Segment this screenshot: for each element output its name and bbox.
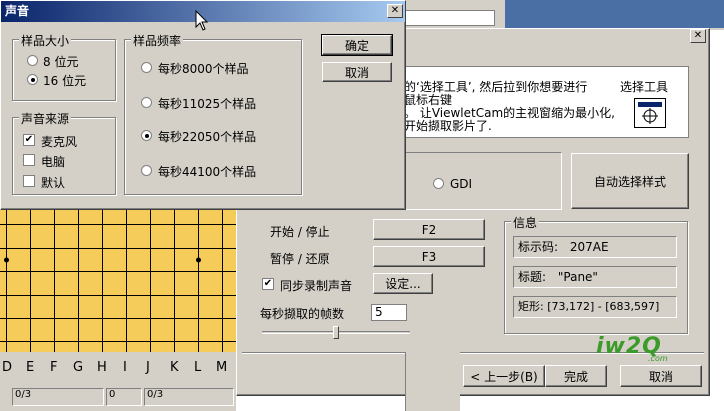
info-title-value: "Pane"	[557, 270, 598, 284]
col-label: I	[123, 360, 127, 375]
board-status-bar: 0/3 0 0/3	[0, 382, 236, 411]
sound-dialog-title: 声音	[5, 4, 30, 18]
col-label: G	[73, 360, 84, 375]
select-tool-label: 选择工具	[620, 80, 669, 94]
gdi-panel	[392, 152, 562, 210]
start-stop-hotkey-button[interactable]: F2	[373, 219, 485, 240]
info-group-title: 信息	[511, 214, 540, 231]
star-point	[196, 257, 201, 263]
pause-resume-hotkey-button[interactable]: F3	[373, 246, 485, 267]
sound-source-title: 声音来源	[19, 110, 72, 127]
sound-ok-button[interactable]: 确定	[321, 34, 393, 56]
info-title-label: 标题:	[518, 270, 547, 284]
rate-44100-label: 每秒44100个样品	[158, 165, 257, 179]
col-label: K	[170, 360, 179, 375]
info-rect-value: [73,172] - [683,597]	[547, 300, 660, 313]
sample-size-16bit-radio[interactable]	[27, 74, 38, 85]
source-microphone-checkbox[interactable]: ✔	[23, 134, 35, 146]
go-board	[0, 210, 236, 352]
rate-22050-radio[interactable]	[141, 130, 152, 141]
info-rect-field: 矩形: [73,172] - [683,597]	[513, 296, 677, 318]
go-board-grid	[0, 210, 236, 352]
background-blue-panel	[505, 0, 724, 28]
select-tool-button[interactable]	[634, 98, 666, 128]
board-column-labels: D E F G H I J K L M	[0, 352, 236, 382]
fps-input[interactable]: 5	[371, 304, 407, 321]
rate-44100-radio[interactable]	[141, 165, 152, 176]
start-stop-label: 开始 / 停止	[270, 225, 330, 239]
col-label: E	[26, 360, 35, 375]
fps-slider-thumb[interactable]	[333, 326, 339, 339]
finish-button[interactable]: 完成	[545, 365, 607, 387]
col-label: F	[50, 360, 58, 375]
sample-size-group: 样品大小	[12, 32, 116, 101]
col-label: J	[146, 360, 150, 375]
sync-record-checkbox[interactable]: ✔	[262, 278, 274, 290]
info-title-field: 标题: "Pane"	[513, 266, 677, 288]
info-id-value: 207AE	[569, 240, 609, 254]
col-label: H	[97, 360, 107, 375]
status-cell: 0	[106, 388, 142, 406]
col-label: D	[2, 360, 13, 375]
rate-11025-label: 每秒11025个样品	[158, 97, 257, 111]
sample-rate-title: 样品频率	[131, 32, 184, 49]
auto-select-style-button[interactable]: 自动选择样式	[571, 153, 689, 209]
instructions-line-4: 开始撷取影片了.	[404, 119, 492, 133]
sample-size-8bit-label: 8 位元	[43, 55, 79, 69]
pause-resume-label: 暂停 / 还原	[270, 252, 330, 266]
mouse-cursor-icon	[195, 10, 209, 31]
star-point	[4, 257, 9, 263]
col-label: M	[216, 360, 228, 375]
info-id-label: 标示码:	[518, 240, 559, 254]
watermark-logo: iw2Q .com	[596, 334, 680, 364]
sound-settings-button[interactable]: 设定...	[373, 273, 433, 294]
crosshair-target-icon	[638, 102, 662, 124]
source-computer-label: 电脑	[41, 155, 66, 169]
background-url-field	[405, 10, 495, 26]
wizard-close-button[interactable]: ✕	[690, 29, 706, 43]
sample-size-8bit-radio[interactable]	[27, 55, 38, 66]
rate-8000-radio[interactable]	[141, 62, 152, 73]
rate-22050-label: 每秒22050个样品	[158, 130, 257, 144]
sample-size-16bit-label: 16 位元	[43, 74, 87, 88]
sound-dialog-close-button[interactable]: ✕	[387, 4, 403, 18]
rate-11025-radio[interactable]	[141, 97, 152, 108]
sample-size-title: 样品大小	[19, 32, 72, 49]
fps-label: 每秒撷取的帧数	[260, 307, 345, 321]
source-default-checkbox[interactable]	[23, 175, 35, 187]
sound-cancel-button[interactable]: 取消	[322, 62, 392, 82]
gdi-radio[interactable]	[433, 178, 444, 189]
back-button[interactable]: < 上一步(B)	[463, 365, 545, 387]
watermark-subtext: .com	[648, 354, 668, 363]
background-strip-right	[405, 352, 460, 411]
rate-8000-label: 每秒8000个样品	[158, 62, 249, 76]
source-default-label: 默认	[41, 176, 66, 190]
source-computer-checkbox[interactable]	[23, 154, 35, 166]
info-id-field: 标示码: 207AE	[513, 236, 677, 258]
source-microphone-label: 麦克风	[41, 135, 78, 149]
status-cell: 0/3	[144, 388, 234, 406]
sync-record-label: 同步录制声音	[280, 279, 353, 293]
col-label: L	[194, 360, 202, 375]
status-cell: 0/3	[12, 388, 104, 406]
info-rect-label: 矩形:	[518, 300, 544, 313]
gdi-label: GDI	[450, 177, 473, 191]
wizard-cancel-button[interactable]: 取消	[620, 365, 702, 387]
